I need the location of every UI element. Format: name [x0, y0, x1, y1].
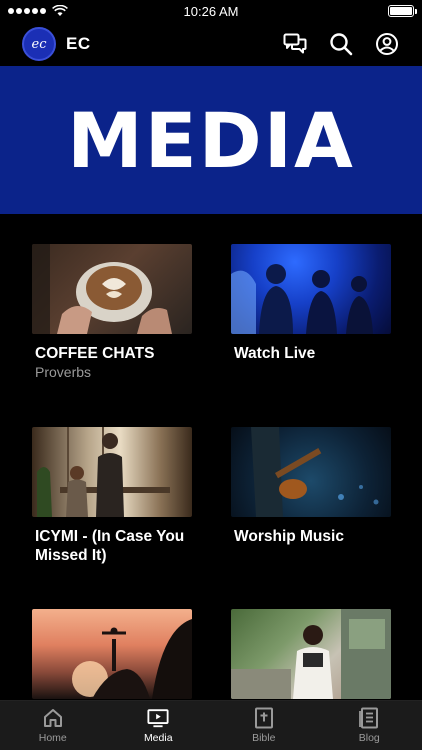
worship-music-thumbnail — [231, 427, 391, 517]
media-card-sunset[interactable] — [32, 609, 192, 699]
card-title: Worship Music — [234, 528, 344, 545]
card-subtitle: Proverbs — [35, 364, 92, 380]
logo-text: ec — [31, 36, 47, 52]
header-actions — [282, 31, 400, 57]
account-icon[interactable] — [374, 31, 400, 57]
page-title: MEDIA — [67, 95, 355, 185]
media-banner: MEDIA — [0, 66, 422, 214]
icymi-thumbnail — [32, 427, 192, 517]
wifi-icon — [52, 5, 68, 16]
sunset-thumbnail — [32, 609, 192, 699]
signal-strength-icon — [8, 8, 46, 14]
nav-item-home[interactable]: Home — [0, 701, 106, 750]
media-card-icymi[interactable]: ICYMI - (In Case You Missed It) — [32, 427, 192, 565]
media-icon — [147, 707, 169, 729]
media-card-worship-music[interactable]: Worship Music — [231, 427, 391, 546]
bible-icon — [253, 707, 275, 729]
nav-item-bible[interactable]: Bible — [211, 701, 317, 750]
camera-thumbnail — [231, 609, 391, 699]
nav-label-home: Home — [38, 732, 67, 744]
nav-item-blog[interactable]: Blog — [317, 701, 422, 750]
brand-logo[interactable]: ec — [22, 27, 56, 61]
media-card-camera[interactable] — [231, 609, 391, 699]
nav-label-bible: Bible — [252, 732, 276, 744]
battery-icon — [388, 5, 417, 17]
watch-live-thumbnail — [231, 244, 391, 334]
nav-label-blog: Blog — [358, 732, 380, 744]
card-title: COFFEE CHATS — [35, 345, 155, 362]
coffee-chats-thumbnail — [32, 244, 192, 334]
brand-name: EC — [66, 34, 91, 53]
nav-item-media[interactable]: Media — [106, 701, 212, 750]
bottom-nav: Home Media Bible Blog — [0, 700, 422, 750]
media-card-coffee-chats[interactable]: COFFEE CHATS Proverbs — [32, 244, 192, 380]
app-header: ec EC — [0, 22, 422, 66]
search-icon[interactable] — [328, 31, 354, 57]
blog-icon — [358, 707, 380, 729]
status-bar: 10:26 AM — [0, 0, 422, 22]
signal-area — [8, 5, 68, 17]
card-title: ICYMI - (In Case You Missed It) — [35, 528, 185, 564]
card-title: Watch Live — [234, 345, 316, 362]
home-icon — [42, 707, 64, 729]
chat-icon[interactable] — [282, 31, 308, 57]
media-card-watch-live[interactable]: Watch Live — [231, 244, 391, 363]
nav-label-media: Media — [143, 732, 173, 744]
